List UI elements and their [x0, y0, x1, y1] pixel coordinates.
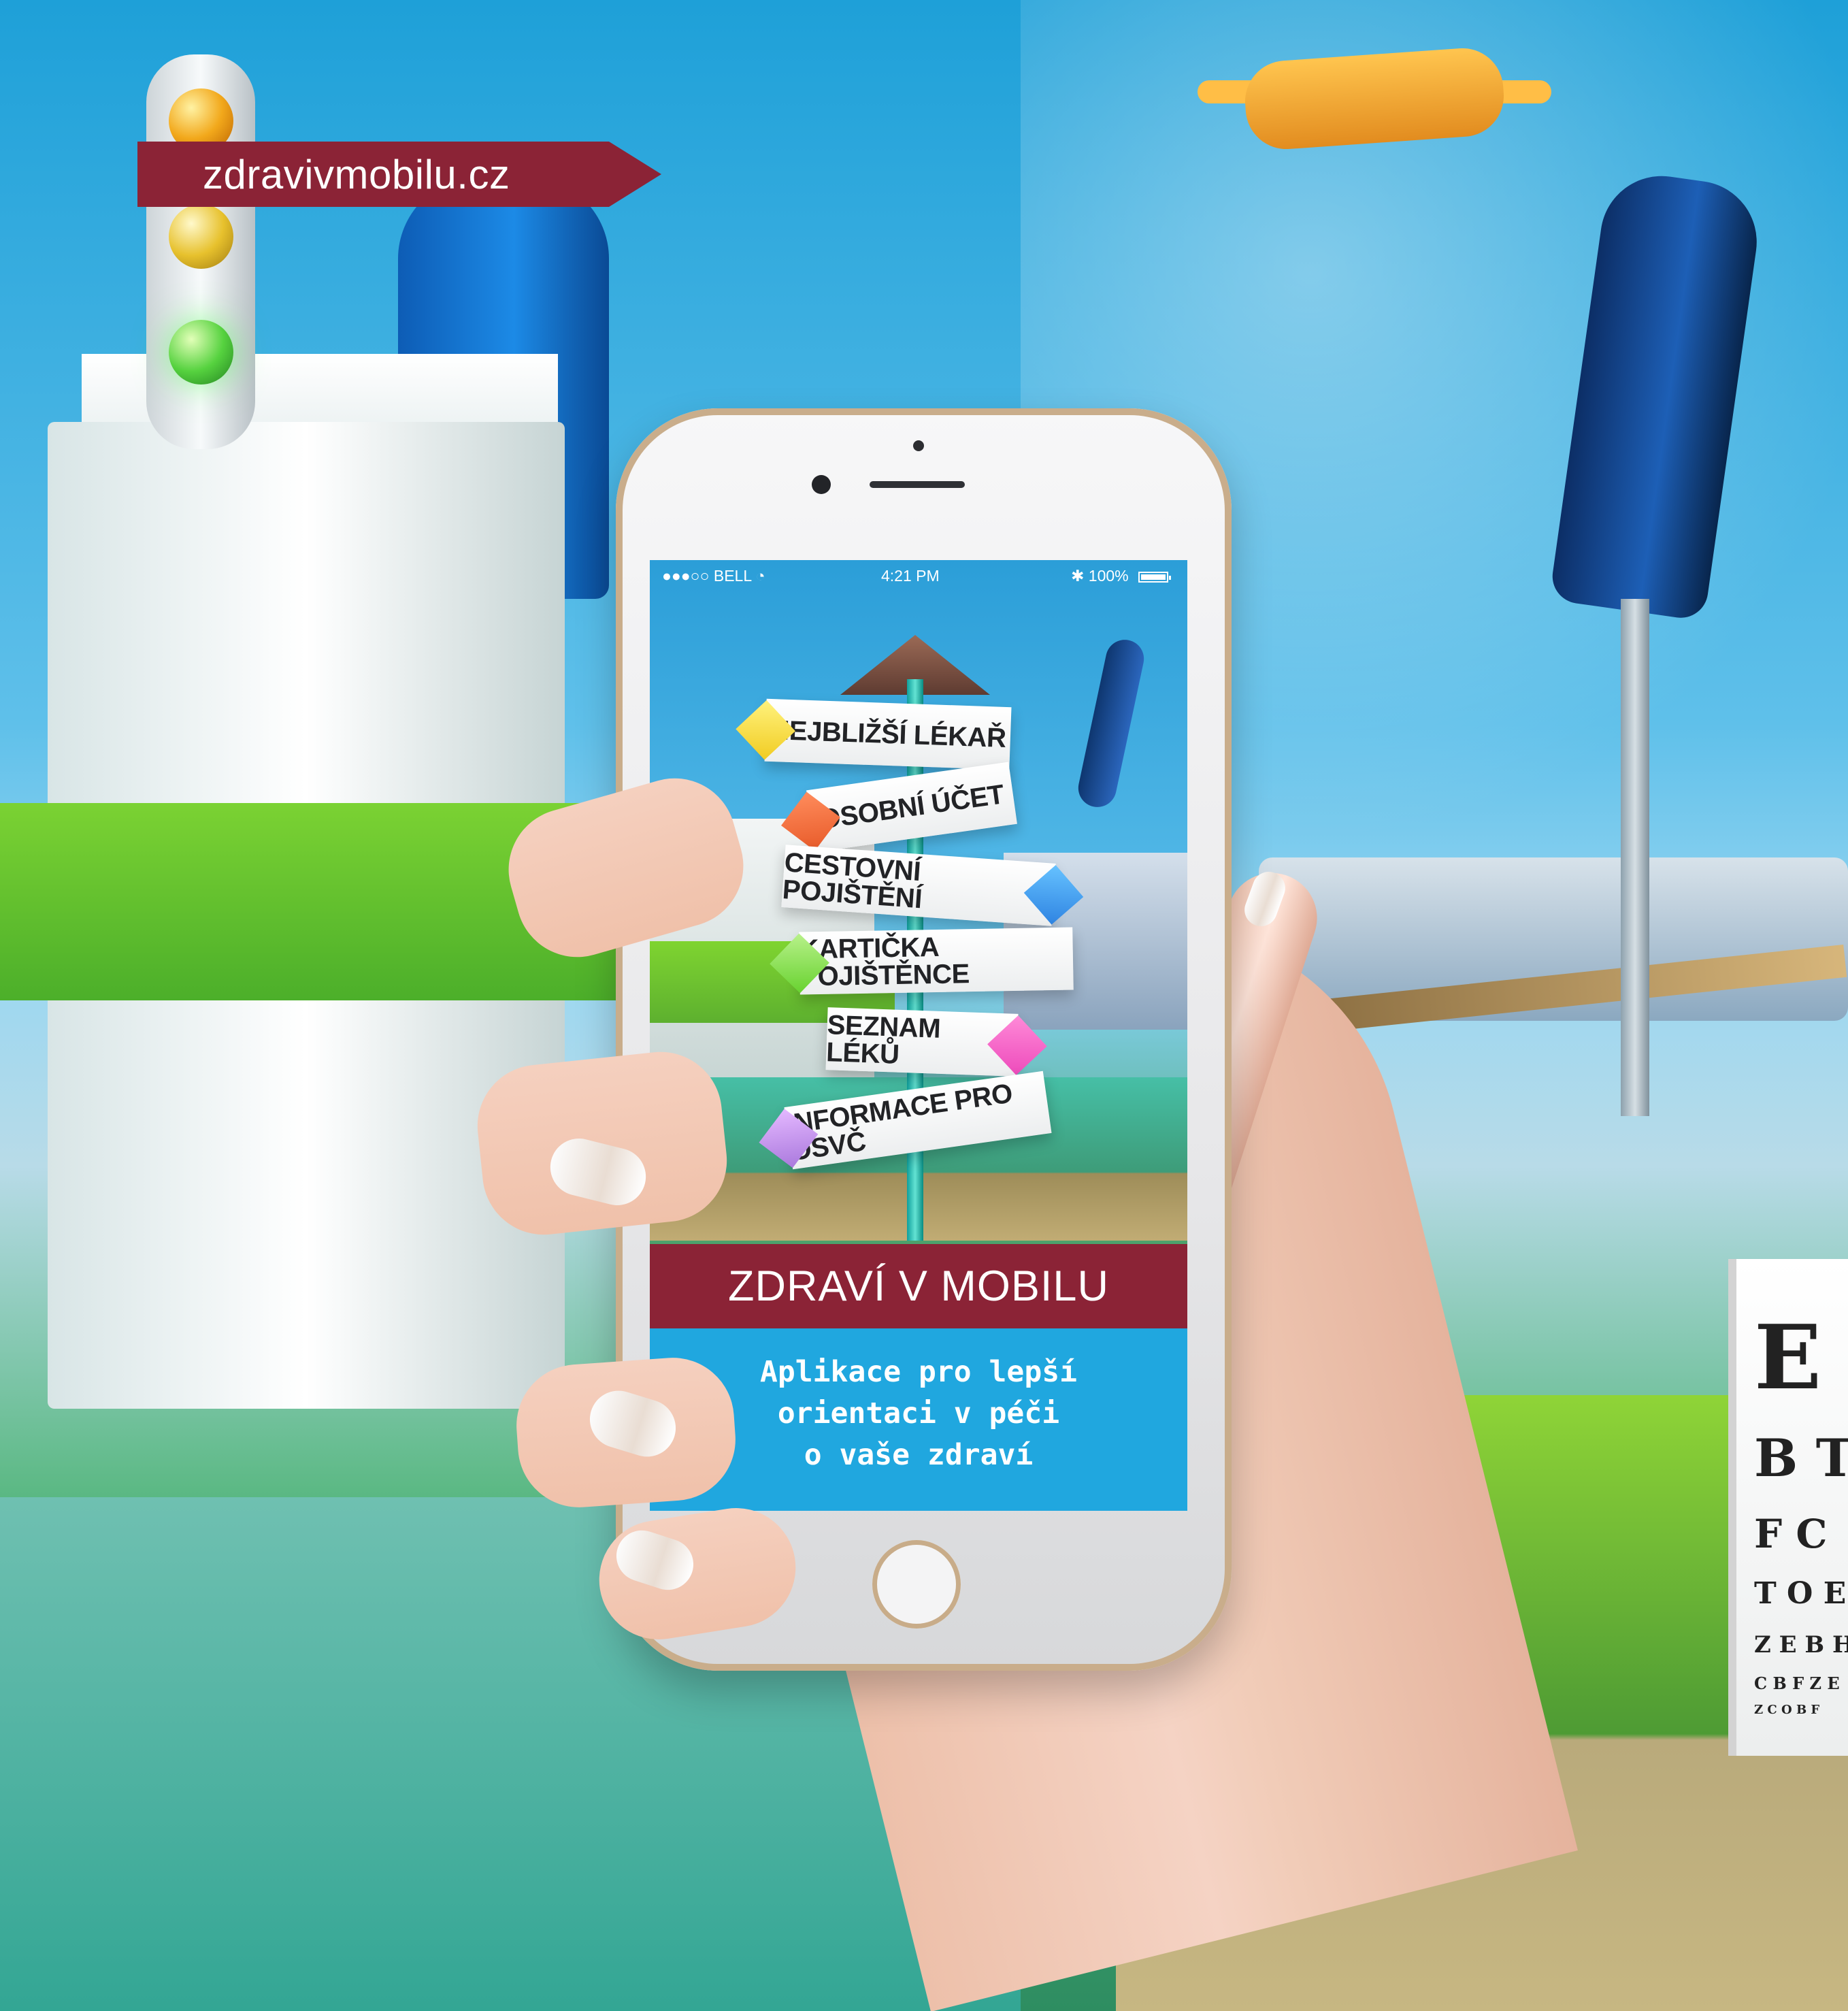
status-right: ✱ 100% — [1071, 567, 1171, 585]
eye-chart-line: F C — [1754, 1511, 1828, 1557]
camera-icon — [812, 475, 831, 494]
menu-item-label: OSOBNÍ ÚČET — [817, 779, 1006, 835]
status-left: ●●●○○ BELL ◔ — [662, 567, 765, 585]
speaker-grille — [870, 481, 965, 488]
crutch-pole — [1621, 599, 1649, 1116]
wifi-icon: ◔ — [755, 567, 765, 585]
bluetooth-icon: ✱ — [1071, 567, 1085, 585]
menu-item-label: KARTIČKA POJIŠTĚNCE — [799, 932, 970, 992]
traffic-light-green — [169, 320, 233, 385]
traffic-light-yellow — [169, 204, 233, 269]
status-time: 4:21 PM — [881, 567, 940, 585]
site-badge-text: zdravivmobilu.cz — [203, 151, 510, 197]
menu-item-label: NEJBLIŽŠÍ LÉKAŘ — [769, 715, 1007, 754]
status-bar: ●●●○○ BELL ◔ 4:21 PM ✱ 100% — [650, 560, 1187, 590]
eye-chart-line: T O E — [1754, 1576, 1847, 1611]
phone-sensor-dot — [913, 440, 924, 451]
app-promo-screen: E B T F C T O E Z E B H C B F Z E Z C O … — [0, 0, 1848, 2011]
battery-icon — [1138, 572, 1171, 583]
eye-chart-line: C B F Z E — [1754, 1673, 1840, 1693]
eye-chart-line: Z C O B F — [1754, 1703, 1820, 1717]
menu-item-nearest-doctor[interactable]: NEJBLIŽŠÍ LÉKAŘ — [764, 698, 1012, 770]
eye-chart-line: B T — [1754, 1428, 1848, 1488]
site-badge: zdravivmobilu.cz — [137, 142, 661, 207]
home-button[interactable] — [872, 1540, 961, 1629]
airplane-icon — [1242, 45, 1507, 152]
phone-screen: ●●●○○ BELL ◔ 4:21 PM ✱ 100% NEJBLIŽŠÍ LÉ… — [650, 560, 1187, 1511]
subtitle-line: Aplikace pro lepší — [760, 1355, 1077, 1389]
menu-item-insurance-card[interactable]: KARTIČKA POJIŠTĚNCE — [799, 927, 1074, 995]
signal-icon: ●●●○○ — [662, 567, 710, 585]
app-title: ZDRAVÍ V MOBILU — [728, 1262, 1109, 1310]
eye-chart-line: E — [1754, 1305, 1822, 1409]
screen-crutch-icon — [1074, 636, 1148, 811]
carrier-label: BELL — [713, 567, 752, 585]
app-title-band: ZDRAVÍ V MOBILU — [650, 1244, 1187, 1328]
menu-item-label: SEZNAM LÉKŮ — [825, 1010, 941, 1070]
menu-item-medicine-list[interactable]: SEZNAM LÉKŮ — [825, 1007, 1019, 1077]
eye-chart-line: Z E B H — [1754, 1631, 1848, 1658]
battery-label: 100% — [1088, 567, 1129, 585]
eye-chart: E B T F C T O E Z E B H C B F Z E Z C O … — [1728, 1259, 1848, 1756]
